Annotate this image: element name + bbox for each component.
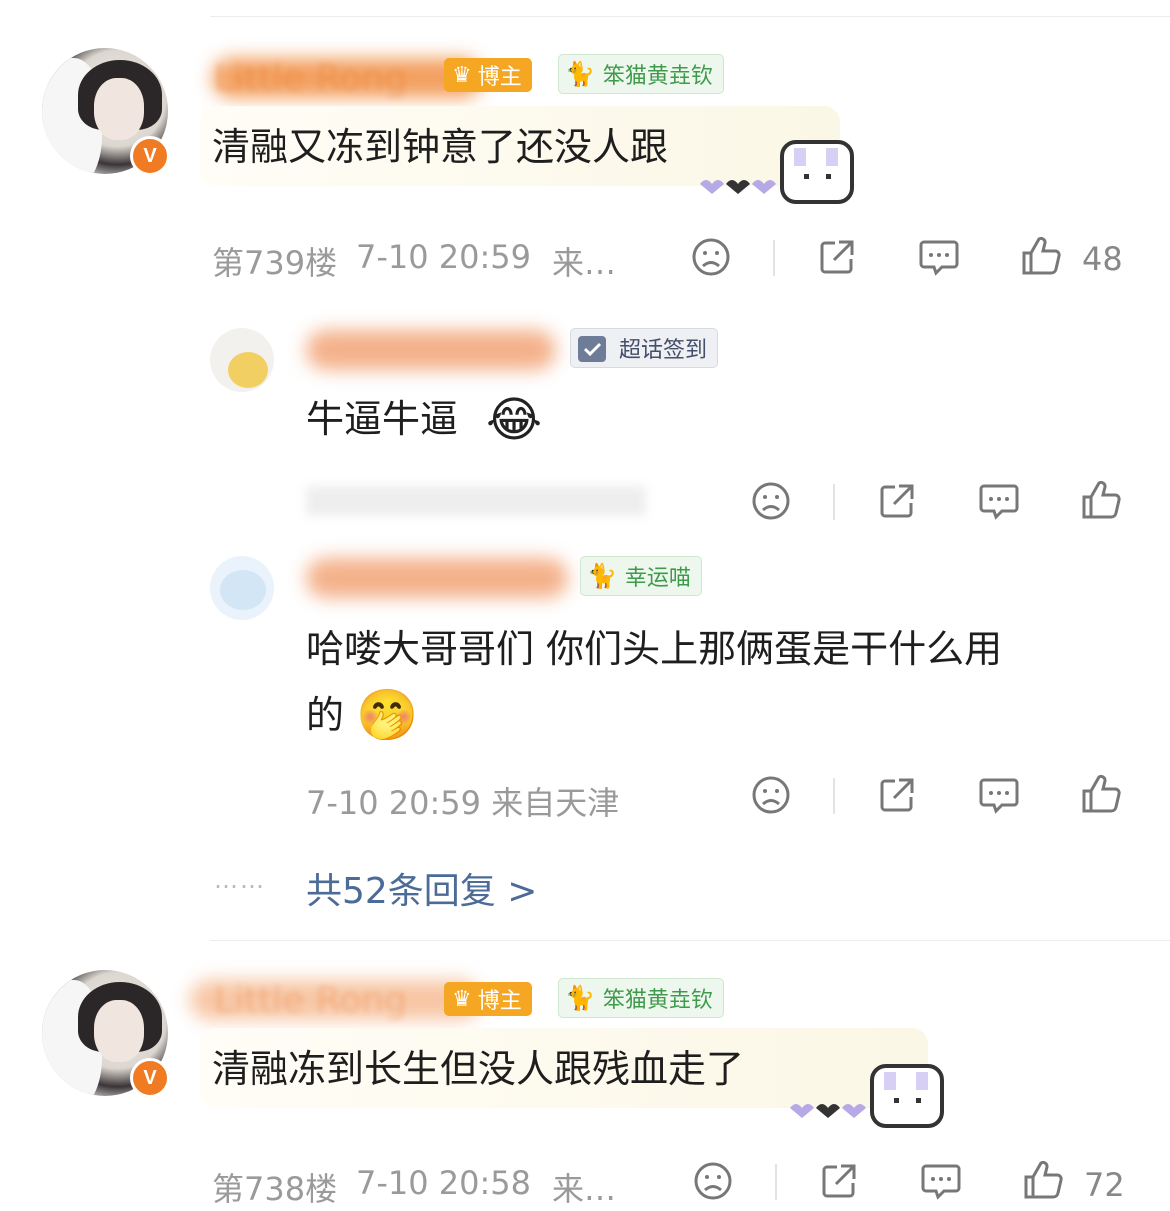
reply-avatar[interactable]	[210, 556, 274, 620]
host-badge: ♛ 博主	[444, 982, 532, 1016]
view-all-replies-link[interactable]: 共52条回复 >	[306, 862, 537, 914]
shy-emoji-icon: 🤭	[356, 686, 419, 744]
floor-number: 第738楼	[212, 1170, 338, 1208]
reply-summary-dots: ……	[214, 866, 266, 894]
checkin-badge[interactable]: 超话签到	[570, 328, 719, 368]
username-text: Little Rong	[214, 58, 407, 99]
dislike-face-icon	[694, 1162, 732, 1200]
comment-icon	[921, 1164, 961, 1200]
dislike-button[interactable]	[748, 772, 794, 818]
dislike-face-icon	[752, 776, 790, 814]
host-badge: ♛ 博主	[444, 58, 532, 92]
comment-text: 清融又冻到钟意了还没人跟	[212, 125, 669, 169]
reply-text: 牛逼牛逼	[306, 397, 459, 441]
like-button[interactable]	[1078, 476, 1124, 524]
reply-text-line1: 哈喽大哥哥们 你们头上那俩蛋是干什么用	[306, 627, 1003, 671]
comment-location: 来…	[552, 244, 617, 282]
comment-divider	[210, 940, 1170, 941]
reply-meta: 7-10 20:59 来自天津	[306, 784, 620, 822]
fan-badge[interactable]: 🐈 笨猫黄垚钦	[558, 978, 724, 1018]
comment-time: 7-10 20:58	[356, 1164, 532, 1202]
share-icon	[822, 1164, 856, 1198]
action-separator	[833, 778, 835, 814]
action-separator	[775, 1164, 777, 1200]
comment-button[interactable]	[976, 772, 1022, 818]
comment-icon	[979, 484, 1019, 520]
reply-username[interactable]	[306, 558, 568, 598]
fan-badge[interactable]: 🐈 笨猫黄垚钦	[558, 54, 724, 94]
reply-meta-blur	[306, 486, 646, 516]
comment-icon	[979, 778, 1019, 814]
username-text: Little Rong	[214, 980, 407, 1021]
reply-item: 🐈 幸运喵 哈喽大哥哥们 你们头上那俩蛋是干什么用 的 🤭 7-10 20:59…	[0, 548, 1170, 838]
share-button[interactable]	[816, 1158, 862, 1204]
lucky-badge[interactable]: 🐈 幸运喵	[580, 556, 702, 596]
share-icon	[820, 240, 854, 274]
comment-button[interactable]	[916, 234, 962, 280]
reply-avatar[interactable]	[210, 328, 274, 392]
reply-username[interactable]	[306, 330, 556, 370]
like-thumb-icon	[1082, 480, 1121, 519]
comment-time: 7-10 20:59	[356, 238, 532, 276]
action-separator	[773, 240, 775, 276]
share-button[interactable]	[874, 772, 920, 818]
v-badge-icon: V	[130, 1058, 170, 1098]
cat-icon: 🐈	[565, 984, 595, 1012]
like-count: 72	[1084, 1166, 1125, 1204]
share-button[interactable]	[814, 234, 860, 280]
checkin-icon	[578, 336, 606, 362]
dislike-face-icon	[752, 482, 790, 520]
like-button[interactable]	[1018, 232, 1064, 280]
comment-item: V Little Rong ♛ 博主 🐈 笨猫黄垚钦 清融冻到长生但没人跟残血走…	[0, 944, 1170, 1211]
action-separator	[833, 484, 835, 520]
share-icon	[880, 484, 914, 518]
comment-text: 清融冻到长生但没人跟残血走了	[212, 1047, 745, 1091]
reply-text-line2: 的	[306, 693, 345, 737]
top-divider	[210, 16, 1170, 17]
reply-item: 超话签到 牛逼牛逼 😂	[0, 318, 1170, 538]
comment-item: V Little Rong ♛ 博主 🐈 笨猫黄垚钦 清融又冻到钟意了还没人跟 …	[0, 20, 1170, 300]
crown-icon: ♛	[452, 62, 472, 88]
like-button[interactable]	[1020, 1156, 1066, 1204]
comment-button[interactable]	[976, 478, 1022, 524]
comment-icon	[919, 240, 959, 276]
v-badge-icon: V	[130, 136, 170, 176]
comment-location: 来…	[552, 1170, 617, 1208]
like-count: 48	[1082, 240, 1123, 278]
share-button[interactable]	[874, 478, 920, 524]
cat-icon: 🐈	[587, 562, 617, 590]
dislike-face-icon	[692, 238, 730, 276]
crown-icon: ♛	[452, 986, 472, 1012]
bunny-sticker-icon	[700, 140, 854, 204]
dislike-button[interactable]	[748, 478, 794, 524]
like-thumb-icon	[1082, 774, 1121, 813]
cat-icon: 🐈	[565, 60, 595, 88]
laugh-emoji-icon: 😂	[486, 392, 543, 448]
floor-number: 第739楼	[212, 244, 338, 282]
share-icon	[880, 778, 914, 812]
like-thumb-icon	[1024, 1160, 1063, 1199]
bunny-sticker-icon	[790, 1064, 944, 1128]
dislike-button[interactable]	[690, 1158, 736, 1204]
like-thumb-icon	[1022, 236, 1061, 275]
comment-button[interactable]	[918, 1158, 964, 1204]
like-button[interactable]	[1078, 770, 1124, 818]
dislike-button[interactable]	[688, 234, 734, 280]
